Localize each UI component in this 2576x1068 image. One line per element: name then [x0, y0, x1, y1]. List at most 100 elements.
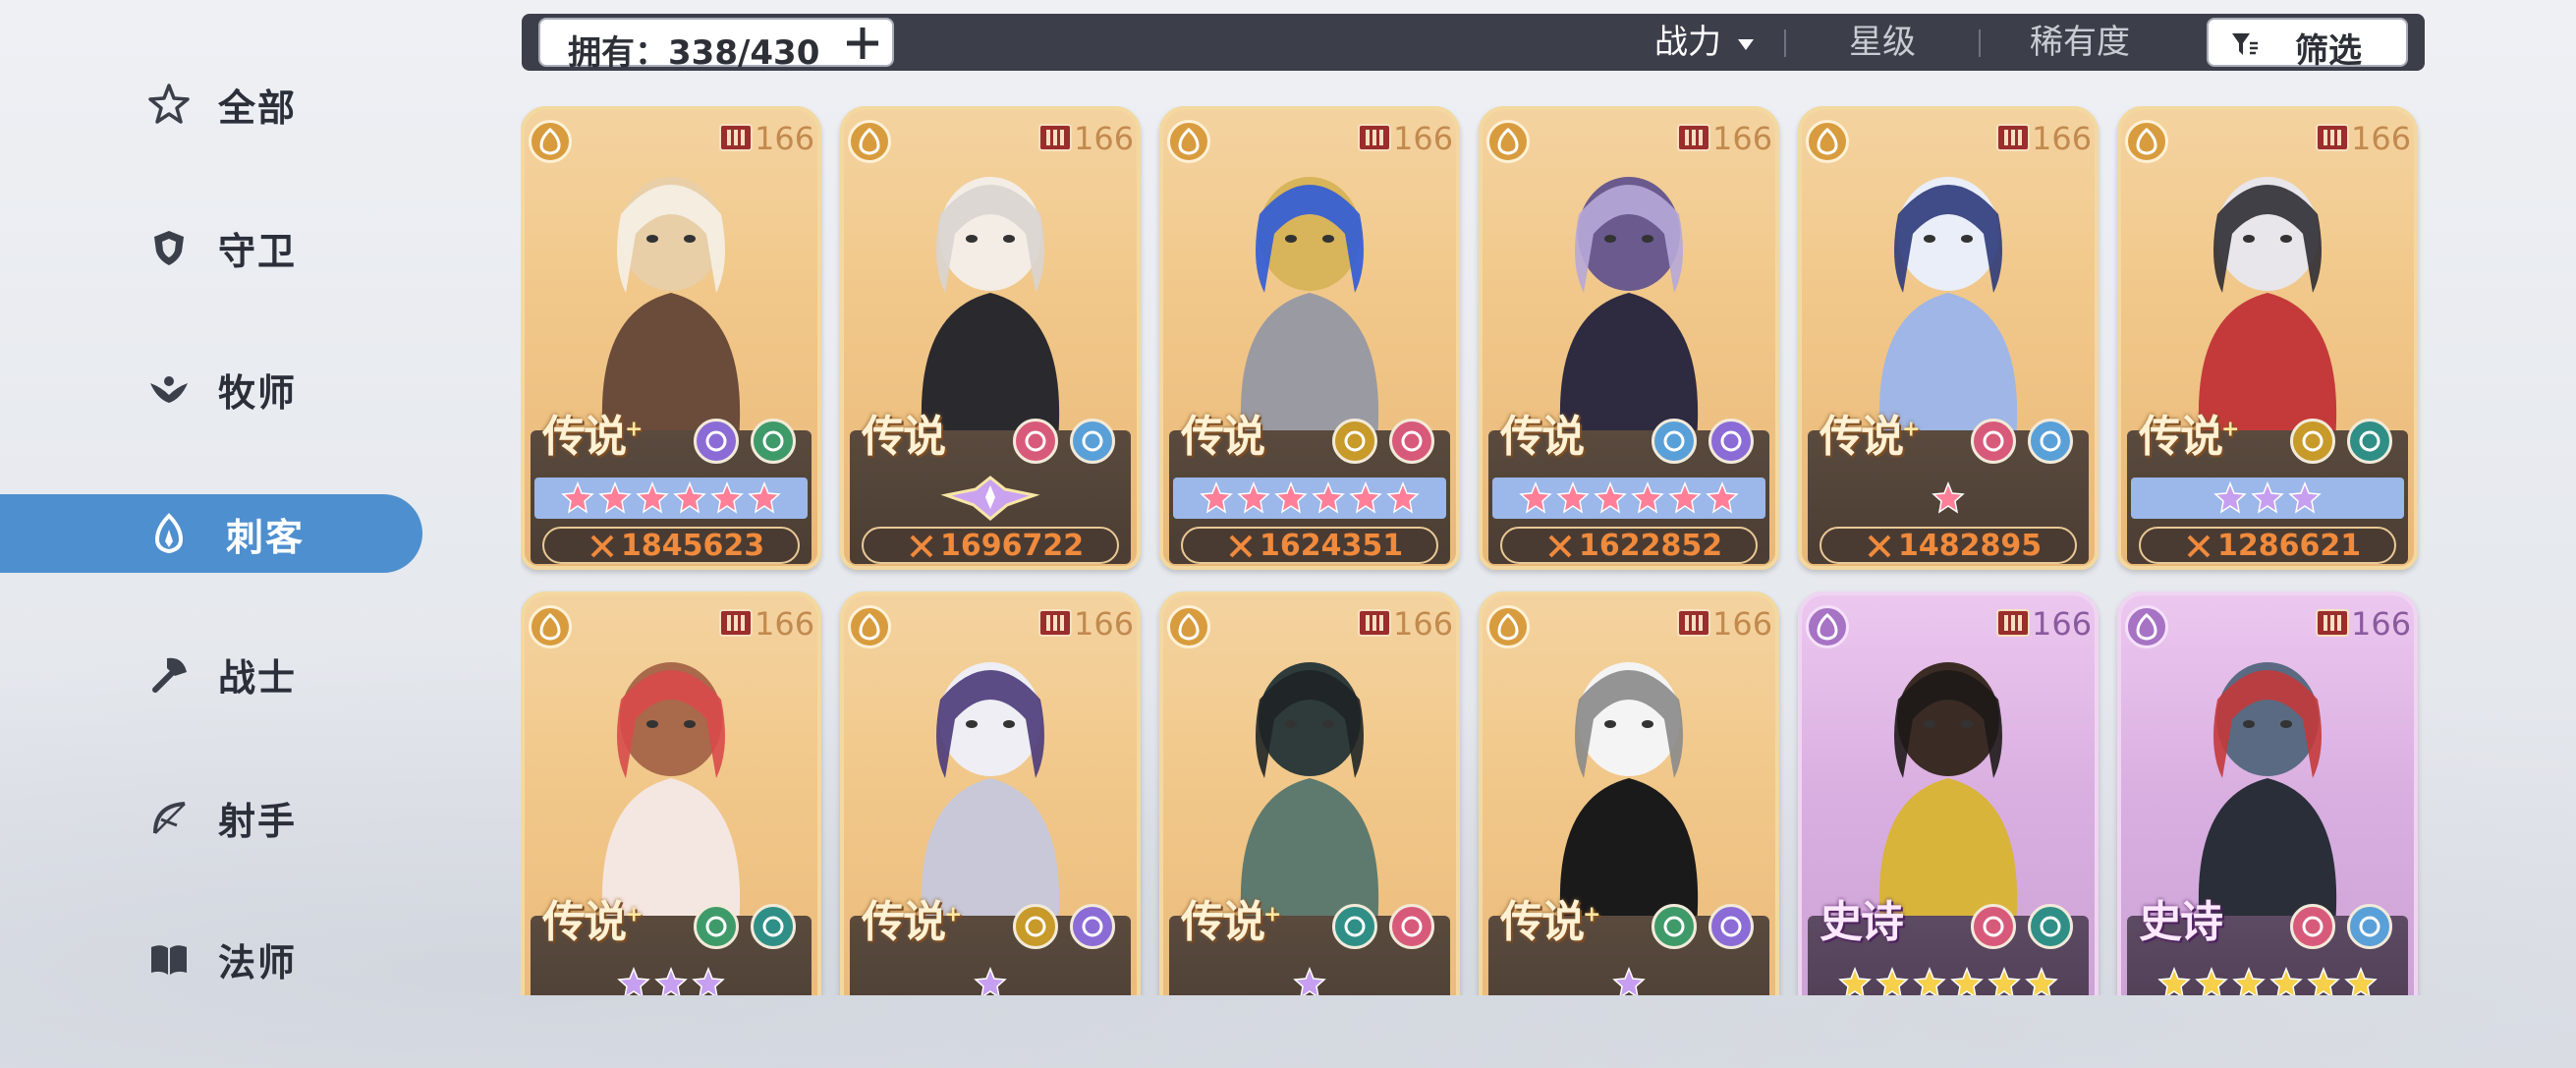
- rarity-plus: +: [2221, 417, 2239, 442]
- sidebar-item-assassin[interactable]: 刺客: [0, 494, 422, 573]
- tier-badge-icon: [2316, 124, 2349, 151]
- sort-rarity-button[interactable]: 稀有度: [2030, 18, 2130, 67]
- hero-level: 166: [1712, 605, 1773, 643]
- tier-badge-icon: [1996, 124, 2030, 151]
- sidebar-item-warrior[interactable]: 战士: [0, 635, 422, 713]
- expand-plus-button[interactable]: [843, 24, 882, 63]
- star-rating: [854, 963, 1127, 995]
- hero-card[interactable]: 166 史诗: [1798, 591, 2099, 995]
- dagger-flame-icon: [147, 512, 191, 555]
- sort-power-label: 战力: [1654, 23, 1721, 62]
- star-icon: [1838, 967, 1872, 995]
- rarity-text: 传说: [542, 412, 627, 462]
- hero-card[interactable]: 166 传说+: [521, 591, 821, 995]
- pink-swirl-icon: [1971, 904, 2016, 949]
- star-icon: [1200, 481, 1233, 514]
- star-icon: [1386, 481, 1420, 514]
- sidebar-item-all[interactable]: 全部: [0, 65, 422, 143]
- star-rating: [1492, 478, 1765, 519]
- sidebar-item-archer[interactable]: 射手: [0, 778, 422, 857]
- star-icon: [710, 481, 744, 514]
- sort-star-button[interactable]: 星级: [1849, 18, 1916, 67]
- star-rating: [1173, 478, 1446, 519]
- star-icon: [1612, 967, 1646, 995]
- star-rating: [1812, 478, 2085, 519]
- filter-icon: [2230, 29, 2260, 63]
- hero-card[interactable]: 166 传说+ 1482895: [1798, 106, 2099, 570]
- combat-power: 1845623: [542, 527, 800, 564]
- star-icon: [2251, 481, 2284, 514]
- star-icon: [1631, 481, 1664, 514]
- rarity-text: 传说: [1181, 412, 1265, 462]
- shield-icon: [147, 226, 191, 269]
- star-icon: [1594, 481, 1627, 514]
- sidebar-item-mage[interactable]: 法师: [0, 920, 422, 998]
- star-icon: [1274, 481, 1308, 514]
- hero-level: 166: [2351, 120, 2412, 157]
- rarity-text: 史诗: [2139, 897, 2223, 947]
- hero-card[interactable]: 166 传说 1622852: [1479, 106, 1779, 570]
- hero-card[interactable]: 166 传说 1696722: [840, 106, 1141, 570]
- star-icon: [2344, 967, 2378, 995]
- star-icon: [1913, 967, 1946, 995]
- assassin-class-icon: [1486, 120, 1530, 163]
- hero-level: 166: [1393, 120, 1454, 157]
- purple-rune-icon: [1708, 904, 1754, 949]
- sidebar-item-guardian[interactable]: 守卫: [0, 208, 422, 287]
- sidebar-item-label: 战士: [218, 655, 298, 700]
- teal-infinity-icon: [2028, 904, 2073, 949]
- sidebar-item-label: 守卫: [218, 229, 298, 273]
- green-lotus-icon: [751, 419, 796, 464]
- hero-card[interactable]: 166 传说+: [1479, 591, 1779, 995]
- rarity-text: 传说: [1181, 897, 1265, 947]
- rarity-plus: +: [1263, 902, 1281, 927]
- sidebar-item-label: 牧师: [218, 370, 298, 415]
- filter-button[interactable]: 筛选: [2207, 18, 2408, 71]
- hero-card[interactable]: 166 传说 1624351: [1159, 106, 1460, 570]
- star-icon: [2232, 967, 2266, 995]
- rarity-plus: +: [944, 902, 962, 927]
- rarity-label: 传说: [862, 401, 946, 464]
- sort-power-button[interactable]: 战力: [1654, 18, 1756, 67]
- teal-infinity-icon: [751, 904, 796, 949]
- assassin-class-icon: [2125, 605, 2168, 648]
- hero-card[interactable]: 166 传说+ 1286621: [2117, 106, 2418, 570]
- star-rating: [2131, 963, 2404, 995]
- tier-badge-icon: [1677, 124, 1710, 151]
- hero-card[interactable]: 166 传说+: [840, 591, 1141, 995]
- purple-rune-icon: [1070, 904, 1115, 949]
- rarity-label: 传说+: [862, 886, 962, 949]
- divider: [1979, 29, 1981, 57]
- crossed-swords-icon: [909, 534, 934, 563]
- bow-icon: [147, 796, 191, 839]
- rarity-label: 传说+: [1181, 886, 1281, 949]
- hero-card[interactable]: 166 史诗: [2117, 591, 2418, 995]
- pink-swirl-icon: [1389, 419, 1434, 464]
- purple-rune-icon: [694, 419, 739, 464]
- hero-grid: 166 传说+ 1845623 166 传说 1696722 166 传说 1624351 166…: [521, 106, 2427, 995]
- hero-level: 166: [2351, 605, 2412, 643]
- gold-wing-icon: [1013, 904, 1058, 949]
- rarity-label: 传说+: [542, 886, 643, 949]
- combat-power-value: 1845623: [621, 529, 765, 563]
- crossed-swords-icon: [1867, 534, 1892, 563]
- star-rating: [534, 963, 808, 995]
- star-icon: [1293, 967, 1326, 995]
- chevron-down-icon: [1737, 38, 1754, 50]
- hero-level: 166: [1074, 605, 1135, 643]
- combat-power-value: 1286621: [2217, 529, 2362, 563]
- hero-card[interactable]: 166 传说+ 1845623: [521, 106, 821, 570]
- star-icon: [2157, 967, 2191, 995]
- divider: [1784, 29, 1786, 57]
- hero-level: 166: [755, 120, 815, 157]
- hero-card[interactable]: 166 传说+: [1159, 591, 1460, 995]
- crossed-swords-icon: [2186, 534, 2212, 563]
- assassin-class-icon: [848, 120, 891, 163]
- star-rating: [1492, 963, 1765, 995]
- star-icon: [598, 481, 632, 514]
- hero-level: 166: [1712, 120, 1773, 157]
- rarity-label: 传说+: [1500, 886, 1600, 949]
- axe-icon: [147, 652, 191, 696]
- sidebar-item-priest[interactable]: 牧师: [0, 350, 422, 428]
- gold-wing-icon: [1332, 419, 1377, 464]
